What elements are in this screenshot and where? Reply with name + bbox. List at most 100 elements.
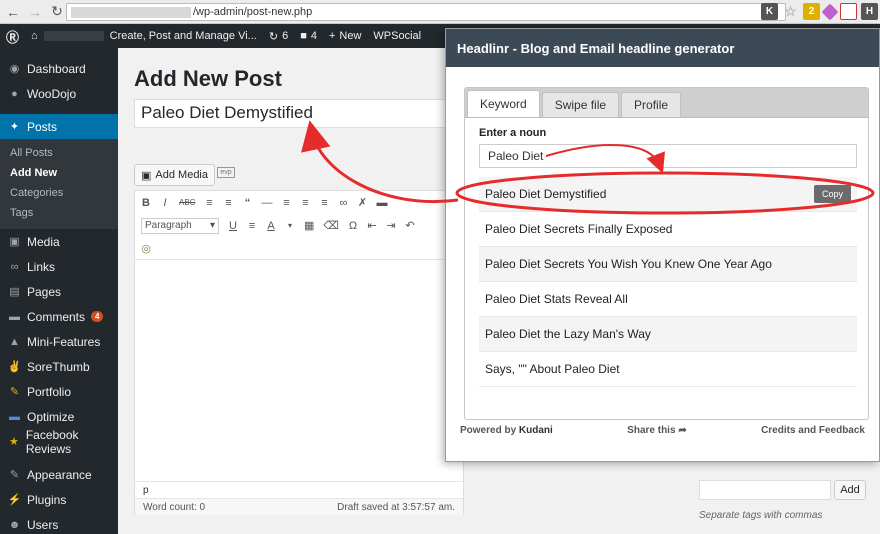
updates-count: 6 bbox=[282, 30, 289, 42]
noun-input[interactable]: Paleo Diet bbox=[479, 144, 857, 168]
sidebar-item-sorethumb[interactable]: ✌ SoreThumb bbox=[0, 354, 118, 379]
editor-toolbar-row-2: Paragraph ▾ U ≡ A ▾ ▦ ⌫ Ω ⇤ ⇥ ↶ bbox=[135, 214, 463, 237]
headline-result[interactable]: Says, "" About Paleo Diet bbox=[479, 352, 857, 387]
updates-link[interactable]: ↻ 6 bbox=[263, 30, 294, 43]
editor-content-area[interactable] bbox=[135, 259, 463, 481]
paste-text-icon[interactable]: ▦ bbox=[304, 219, 314, 232]
headline-result[interactable]: Paleo Diet the Lazy Man's Way bbox=[479, 317, 857, 352]
sidebar-item-posts[interactable]: ✦ Posts bbox=[0, 114, 118, 139]
post-title-input[interactable]: Paleo Diet Demystified bbox=[134, 99, 464, 128]
editor-status-bar: Word count: 0 Draft saved at 3:57:57 am. bbox=[135, 498, 463, 515]
align-center-icon[interactable]: ≡ bbox=[300, 197, 310, 209]
sidebar-item-mini-features[interactable]: ▲ Mini-Features bbox=[0, 329, 118, 354]
woodojo-icon: ● bbox=[11, 87, 18, 100]
address-bar[interactable]: /wp-admin/post-new.php bbox=[66, 3, 786, 21]
back-icon[interactable]: ← bbox=[4, 3, 22, 21]
dashboard-icon: ◉ bbox=[9, 63, 20, 75]
undo-icon[interactable]: ↶ bbox=[405, 219, 415, 232]
star-icon[interactable]: ☆ bbox=[782, 3, 799, 20]
submenu-add-new[interactable]: Add New bbox=[0, 163, 118, 183]
sidebar-item-appearance[interactable]: ✎ Appearance bbox=[0, 462, 118, 487]
popup-title: Headlinr - Blog and Email headline gener… bbox=[446, 29, 879, 67]
tag-extension-icon[interactable] bbox=[821, 3, 839, 20]
horizontal-rule-icon[interactable]: — bbox=[261, 197, 272, 209]
sidebar-item-label: Mini-Features bbox=[27, 334, 101, 349]
add-media-button[interactable]: ▣ Add Media bbox=[134, 164, 215, 186]
sidebar-item-woodojo[interactable]: ● WooDojo bbox=[0, 81, 118, 106]
sidebar-item-label: Appearance bbox=[27, 467, 92, 482]
sidebar-item-comments[interactable]: ▬ Comments 4 bbox=[0, 304, 118, 329]
wpsocial-link[interactable]: WPSocial bbox=[367, 30, 427, 42]
tab-swipe-file[interactable]: Swipe file bbox=[541, 92, 620, 117]
evp-button[interactable]: evp bbox=[217, 167, 235, 178]
clear-formatting-icon[interactable]: ⌫ bbox=[323, 219, 339, 232]
strikethrough-icon[interactable]: ABC bbox=[179, 198, 195, 207]
comments-icon: ▬ bbox=[9, 310, 20, 323]
align-right-icon[interactable]: ≡ bbox=[319, 197, 329, 209]
bolt-extension-icon[interactable]: 2 bbox=[803, 3, 820, 20]
tags-input[interactable] bbox=[699, 480, 831, 500]
link-icon: ∞ bbox=[10, 260, 19, 273]
copy-button[interactable]: Copy bbox=[813, 185, 851, 203]
outdent-icon[interactable]: ⇤ bbox=[367, 219, 377, 232]
headline-result[interactable]: Paleo Diet Demystified Copy bbox=[479, 177, 857, 212]
headline-text: Says, "" About Paleo Diet bbox=[485, 362, 620, 376]
sidebar-item-portfolio[interactable]: ✎ Portfolio bbox=[0, 379, 118, 404]
target-icon[interactable]: ◎ bbox=[141, 242, 151, 255]
share-link[interactable]: Share this ➦ bbox=[627, 425, 687, 436]
unlink-icon[interactable]: ✗ bbox=[357, 196, 367, 209]
italic-icon[interactable]: I bbox=[160, 197, 170, 209]
forward-icon[interactable]: → bbox=[26, 3, 44, 21]
tab-keyword[interactable]: Keyword bbox=[467, 90, 540, 117]
sidebar-item-label: Dashboard bbox=[27, 61, 86, 76]
sidebar-item-media[interactable]: ▣ Media bbox=[0, 229, 118, 254]
sidebar-item-facebook-reviews[interactable]: ★ Facebook Reviews bbox=[0, 428, 118, 456]
align-left-icon[interactable]: ≡ bbox=[281, 197, 291, 209]
add-media-label: Add Media bbox=[155, 169, 208, 181]
popup-footer: Powered by Kudani Share this ➦ Credits a… bbox=[446, 419, 879, 441]
underline-icon[interactable]: U bbox=[228, 220, 238, 232]
wordpress-logo-icon[interactable]: Ⓡ bbox=[0, 27, 25, 46]
special-character-icon[interactable]: Ω bbox=[348, 220, 358, 232]
sidebar-item-dashboard[interactable]: ◉ Dashboard bbox=[0, 56, 118, 81]
chevron-down-icon[interactable]: ▾ bbox=[285, 221, 295, 230]
submenu-all-posts[interactable]: All Posts bbox=[0, 143, 118, 163]
submenu-tags[interactable]: Tags bbox=[0, 203, 118, 223]
sidebar-item-plugins[interactable]: ⚡ Plugins bbox=[0, 487, 118, 512]
headline-result[interactable]: Paleo Diet Secrets You Wish You Knew One… bbox=[479, 247, 857, 282]
k-extension-icon[interactable]: K bbox=[761, 3, 778, 20]
format-select-value: Paragraph bbox=[145, 220, 192, 231]
numbered-list-icon[interactable]: ≡ bbox=[223, 197, 233, 209]
home-icon[interactable]: ⌂ bbox=[25, 30, 44, 42]
bullet-list-icon[interactable]: ≡ bbox=[204, 197, 214, 209]
link-icon[interactable]: ∞ bbox=[338, 197, 348, 209]
justify-icon[interactable]: ≡ bbox=[247, 220, 257, 232]
submenu-categories[interactable]: Categories bbox=[0, 183, 118, 203]
headline-text: Paleo Diet Secrets Finally Exposed bbox=[485, 222, 673, 236]
blockquote-icon[interactable]: “ bbox=[242, 197, 252, 209]
sidebar-item-links[interactable]: ∞ Links bbox=[0, 254, 118, 279]
sidebar-item-users[interactable]: ☻ Users bbox=[0, 512, 118, 534]
headline-result[interactable]: Paleo Diet Stats Reveal All bbox=[479, 282, 857, 317]
text-color-icon[interactable]: A bbox=[266, 220, 276, 232]
more-tag-icon[interactable]: ▬ bbox=[376, 197, 387, 209]
headline-result[interactable]: Paleo Diet Secrets Finally Exposed bbox=[479, 212, 857, 247]
credits-link[interactable]: Credits and Feedback bbox=[761, 425, 865, 436]
sidebar-item-pages[interactable]: ▤ Pages bbox=[0, 279, 118, 304]
comments-link[interactable]: ■ 4 bbox=[294, 30, 323, 42]
tab-profile[interactable]: Profile bbox=[621, 92, 682, 117]
new-content-link[interactable]: + New bbox=[323, 30, 367, 42]
sidebar-item-label: Links bbox=[27, 259, 56, 274]
headlinr-extension-icon[interactable]: H bbox=[861, 3, 878, 20]
format-select[interactable]: Paragraph ▾ bbox=[141, 217, 219, 234]
bold-icon[interactable]: B bbox=[141, 197, 151, 209]
grid-extension-icon[interactable] bbox=[840, 3, 857, 20]
reload-icon[interactable]: ↻ bbox=[48, 3, 66, 21]
site-title-link[interactable]: Create, Post and Manage Vi... bbox=[104, 30, 263, 42]
sidebar-item-optimize[interactable]: ▬ Optimize bbox=[0, 404, 118, 429]
kudani-link[interactable]: Kudani bbox=[519, 425, 553, 436]
optimize-icon: ▬ bbox=[9, 410, 20, 423]
browser-toolbar: ← → ↻ /wp-admin/post-new.php K ☆ 2 H bbox=[0, 0, 880, 24]
add-tag-button[interactable]: Add bbox=[834, 480, 866, 500]
indent-icon[interactable]: ⇥ bbox=[386, 219, 396, 232]
